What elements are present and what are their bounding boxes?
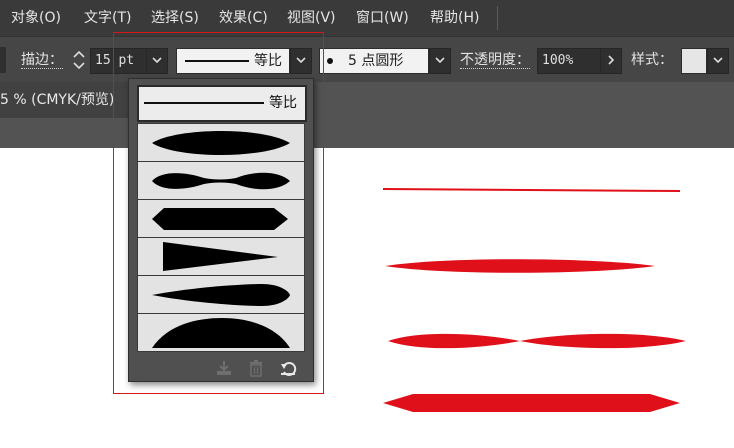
lens-stroke [385,259,655,273]
opacity-label[interactable]: 不透明度： [460,37,530,83]
panel-grip [0,47,6,73]
menu-select[interactable]: 选择(S) [151,0,199,36]
profile-uniform-label: 等比 [269,95,297,111]
width-profile-popup: 等比 [128,78,314,382]
uniform-stroke [383,188,680,192]
uniform-profile-line [185,60,249,62]
menu-window[interactable]: 窗口(W) [356,0,409,36]
chevron-down-icon [296,57,306,64]
stepper-arrows-icon [73,50,85,70]
opacity-input[interactable]: 100% [537,48,603,74]
profile-option-5[interactable] [137,275,305,314]
menu-type[interactable]: 文字(T) [84,0,131,36]
save-profile-icon[interactable] [215,359,233,377]
profile-uniform-option[interactable]: 等比 [137,85,307,122]
stroke-weight-stepper[interactable] [71,49,87,71]
reset-profile-icon[interactable] [279,359,297,377]
save-profile-icon-graphic [217,361,231,375]
style-label: 样式： [631,52,673,68]
chevron-down-icon [152,57,162,64]
double-bulge-stroke [388,333,686,349]
chevron-down-icon [435,57,445,64]
profile-3-shape [152,208,288,230]
stroke-label-text: 描边： [21,52,63,69]
profile-5-shape [152,284,290,306]
brush-definition-dropdown[interactable] [429,48,451,74]
menu-object[interactable]: 对象(O) [11,0,61,36]
menu-effect[interactable]: 效果(C) [219,0,268,36]
opacity-flyout-button[interactable] [600,48,622,74]
artboard[interactable] [0,148,734,448]
menu-help[interactable]: 帮助(H) [430,0,479,36]
profile-option-6[interactable] [137,313,305,352]
menu-view[interactable]: 视图(V) [287,0,336,36]
stroke-weight-input[interactable]: 15 pt [90,48,150,74]
control-bar: 描边： 15 pt 等比 5 点圆形 不透明度： 100% 样式： [0,36,734,83]
trash-icon [250,360,262,377]
profile-option-3[interactable] [137,199,305,238]
profile-option-1[interactable] [137,123,305,162]
profile-2-shape [152,172,290,190]
opacity-label-text: 不透明度： [460,52,530,69]
flat-taper-stroke [383,394,680,412]
chevron-down-icon [713,57,723,64]
reset-arrow-icon [281,362,297,376]
menu-separator [497,6,498,30]
uniform-profile-line [144,102,264,104]
profile-6-shape [152,318,290,348]
ruler-strip [0,118,734,148]
document-tab-bar: 5 % (CMYK/预览) [0,82,734,118]
width-profile-value: 等比 [254,53,282,69]
graphic-style-swatch[interactable] [681,48,707,74]
brush-definition-value: 5 点圆形 [348,53,404,69]
round-brush-dot-icon [327,58,333,64]
profile-option-4[interactable] [137,237,305,276]
stroke-weight-dropdown[interactable] [146,48,168,74]
brush-definition-select[interactable]: 5 点圆形 [319,48,429,74]
graphic-style-dropdown[interactable] [707,48,729,74]
width-profile-dropdown[interactable] [290,48,312,74]
profile-1-shape [152,131,290,155]
delete-profile-icon[interactable] [247,359,265,377]
chevron-right-icon [608,55,615,65]
profile-option-2[interactable] [137,161,305,200]
width-profile-select[interactable]: 等比 [176,48,290,74]
profile-4-shape [163,242,278,271]
menu-bar: 对象(O) 文字(T) 选择(S) 效果(C) 视图(V) 窗口(W) 帮助(H… [0,0,734,36]
stroke-samples [383,188,686,412]
document-tab[interactable]: 5 % (CMYK/预览) [0,82,134,118]
stroke-label[interactable]: 描边： [21,37,63,83]
